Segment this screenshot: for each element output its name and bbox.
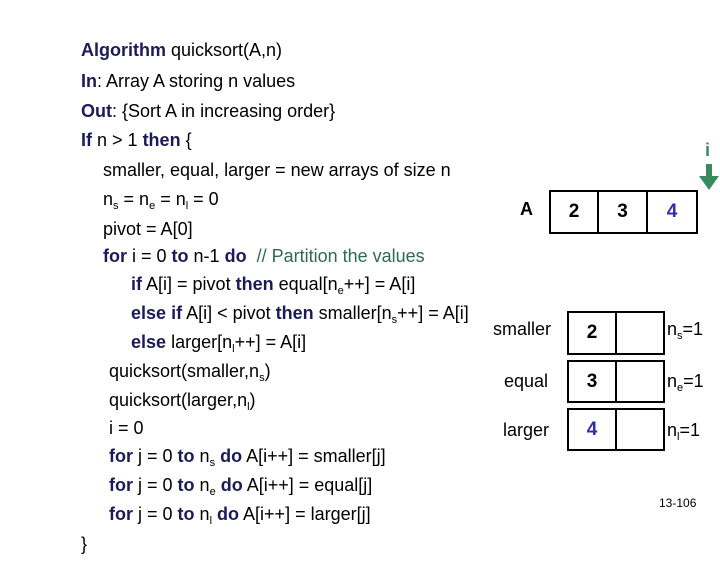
code-line-copy-larger: for j = 0 to nl do A[i++] = larger[j] xyxy=(89,481,371,547)
count-var: n xyxy=(667,420,678,440)
array-a: 2 3 4 xyxy=(549,190,698,234)
count-value: =1 xyxy=(683,371,704,391)
equal-array-cell: 3 xyxy=(569,362,617,401)
smaller-array: 2 xyxy=(567,311,665,355)
larger-array-cell-highlighted: 4 xyxy=(569,410,617,449)
code-text: n xyxy=(194,504,210,524)
keyword: to xyxy=(177,504,195,524)
smaller-array-cell: 2 xyxy=(569,313,617,353)
count-value: =1 xyxy=(679,420,700,440)
code-text: smaller[n xyxy=(313,303,392,323)
array-a-cell-highlighted: 4 xyxy=(666,201,678,222)
code-text: j = 0 xyxy=(133,504,178,524)
code-text: ) xyxy=(249,390,256,410)
array-a-cell: 2 xyxy=(551,192,599,232)
larger-array-cell xyxy=(617,410,663,449)
index-label: i xyxy=(705,140,711,160)
smaller-array-cell xyxy=(617,313,663,353)
larger-array-label: larger xyxy=(502,420,549,440)
code-text: } xyxy=(81,534,88,554)
code-text: = 0 xyxy=(188,189,219,209)
count-var: n xyxy=(667,371,678,391)
equal-array-cell xyxy=(617,362,663,401)
subscript: l xyxy=(209,515,213,527)
equal-array-label: equal xyxy=(503,371,548,391)
code-text: A[i++] = larger[j] xyxy=(239,504,371,524)
larger-array: 4 xyxy=(567,408,665,451)
smaller-array-label: smaller xyxy=(492,319,551,339)
down-arrow-icon xyxy=(699,164,719,190)
code-text: ++] = A[i] xyxy=(397,303,469,323)
code-line-close-brace: } xyxy=(61,511,87,577)
keyword: do xyxy=(217,504,240,524)
page-number: 13-106 xyxy=(659,496,697,510)
smaller-count: ns=1 xyxy=(667,318,704,342)
code-text: ) xyxy=(264,361,271,381)
equal-count: ne=1 xyxy=(667,370,704,394)
equal-array: 3 xyxy=(567,360,665,403)
count-value: =1 xyxy=(682,319,704,339)
array-a-label: A xyxy=(520,199,533,219)
count-var: n xyxy=(667,319,678,339)
larger-count: nl=1 xyxy=(667,419,700,443)
array-a-cell: 3 xyxy=(599,192,648,232)
keyword: for xyxy=(109,504,134,524)
